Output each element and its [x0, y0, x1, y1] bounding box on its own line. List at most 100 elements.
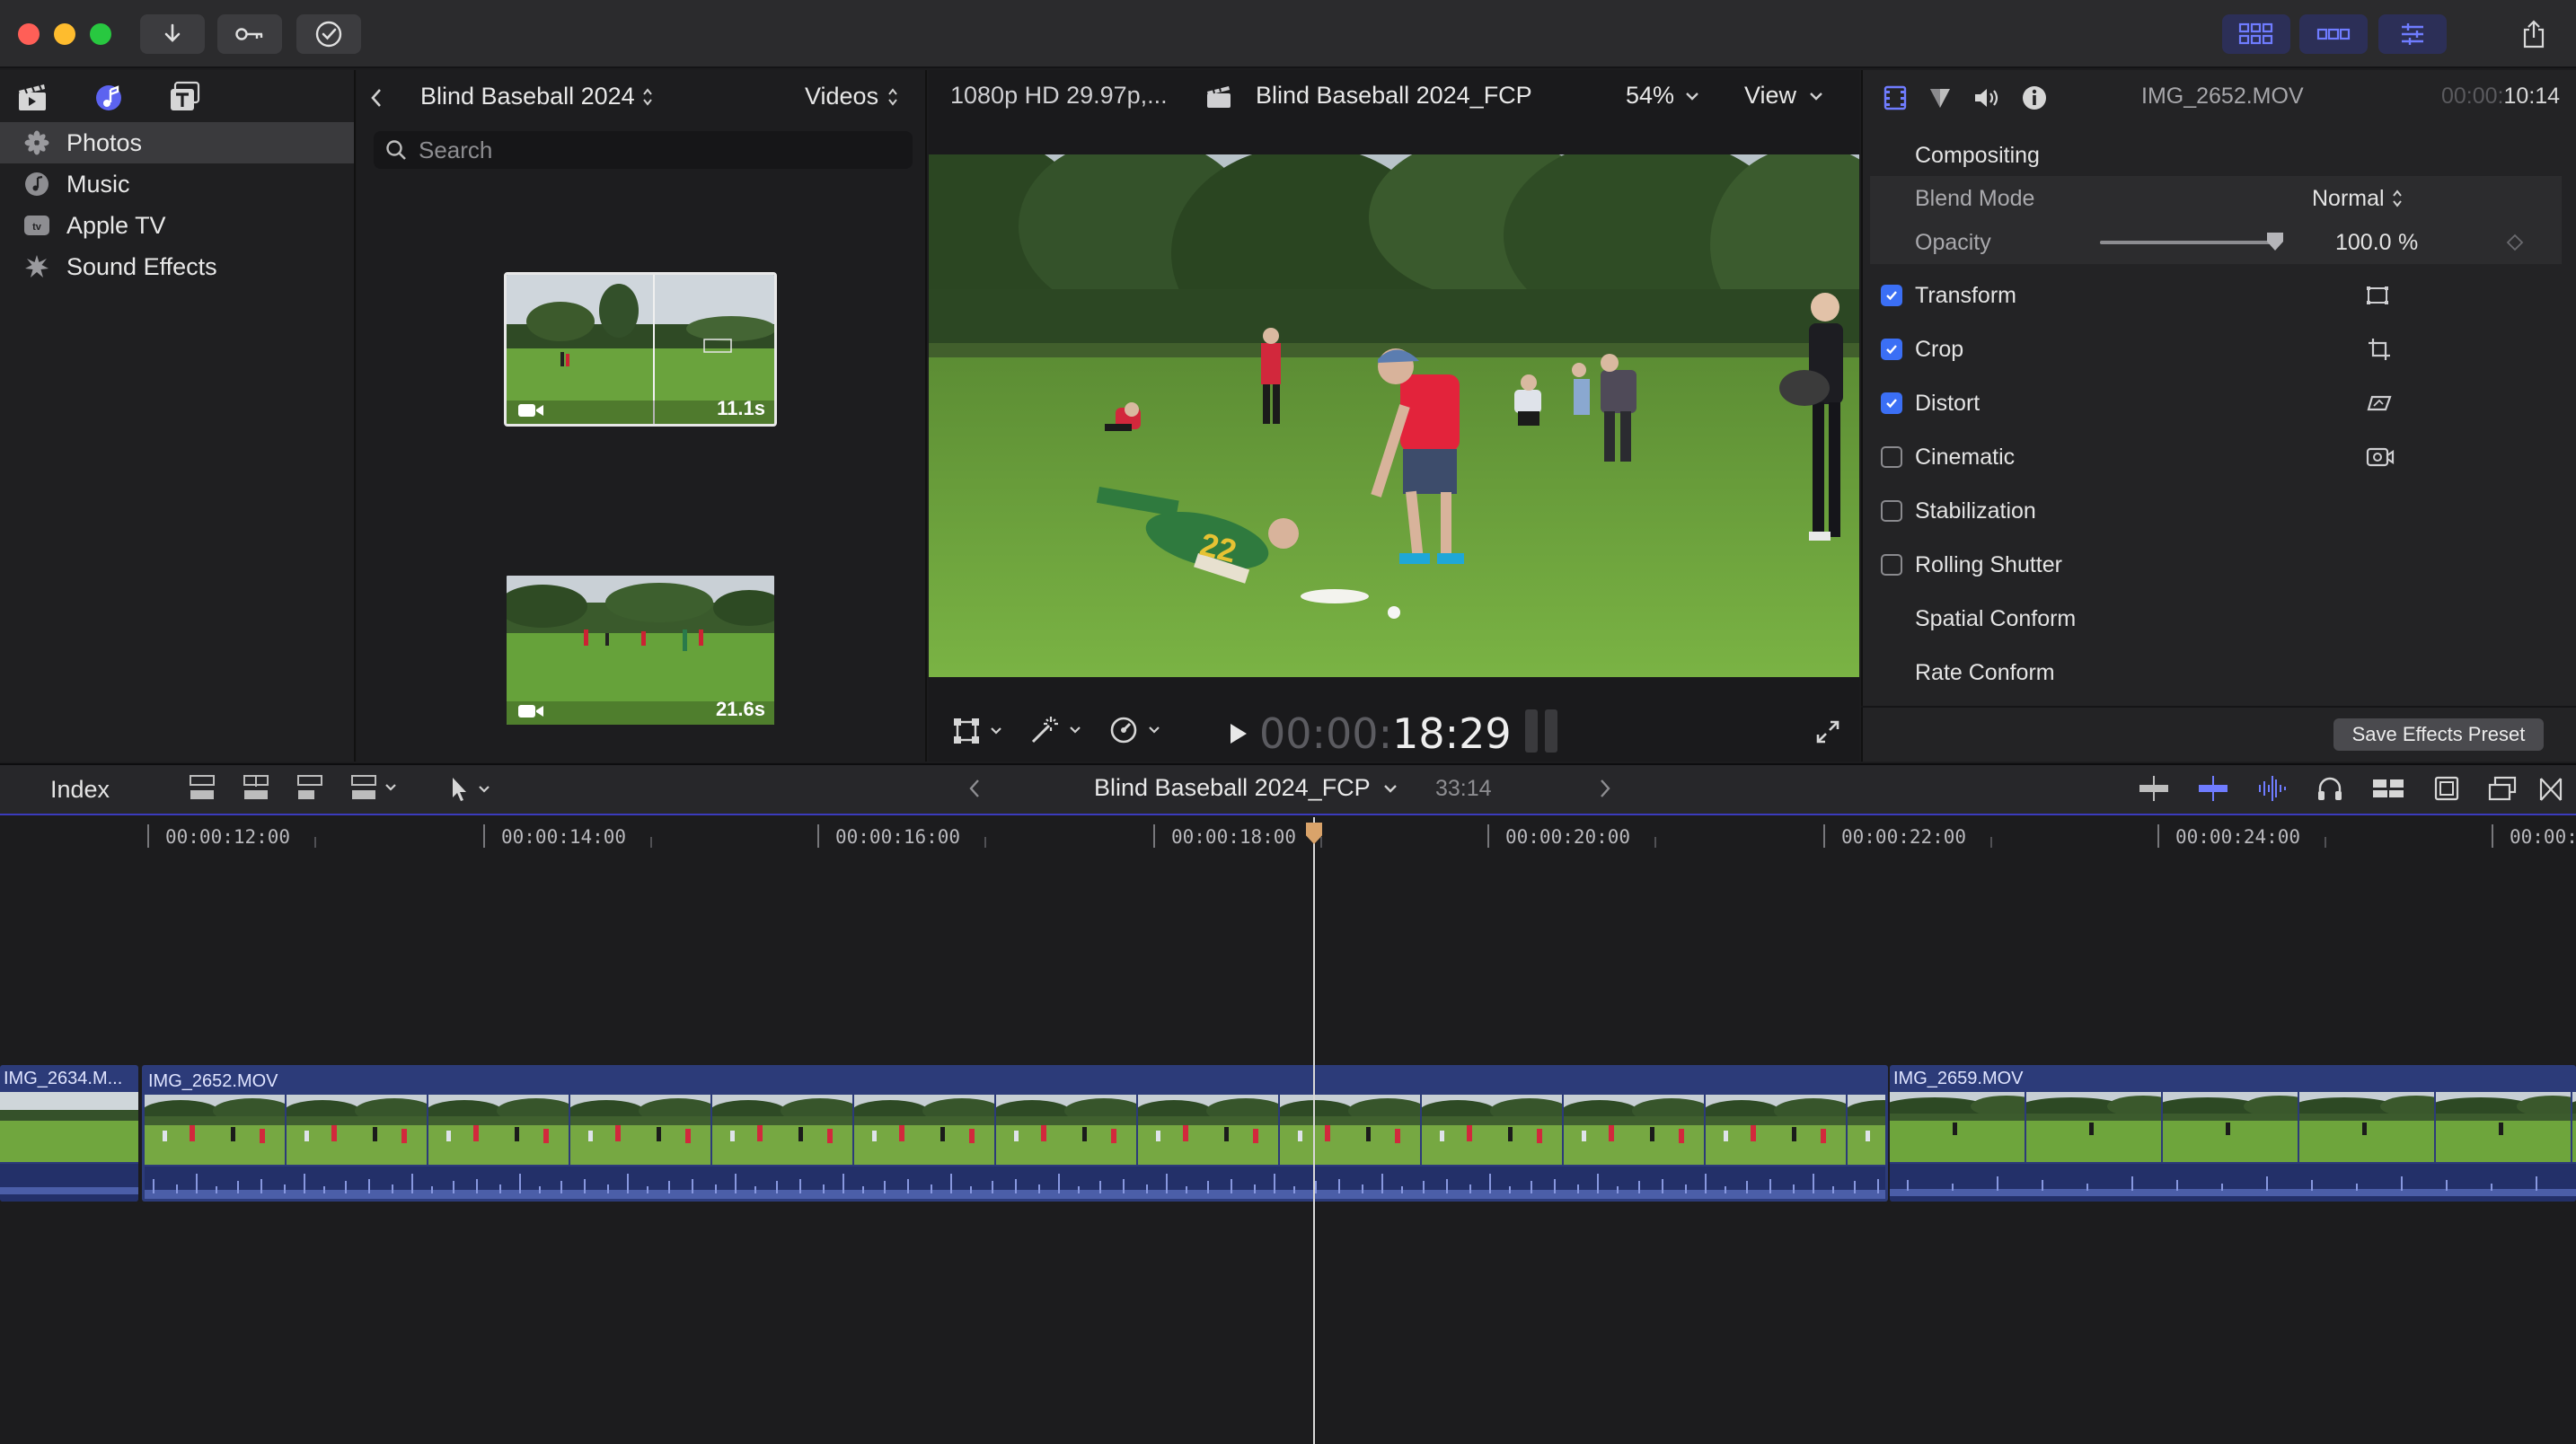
- viewer-zoom-menu[interactable]: 54%: [1626, 82, 1699, 110]
- timeline-history-back[interactable]: [968, 778, 981, 799]
- section-compositing[interactable]: Compositing: [1870, 129, 2562, 181]
- info-inspector-icon[interactable]: [2021, 84, 2048, 111]
- library-item-apple-tv[interactable]: tv Apple TV: [0, 205, 354, 246]
- checkbox-checked[interactable]: [1881, 392, 1902, 414]
- distort-icon[interactable]: [2366, 393, 2393, 413]
- retime-menu[interactable]: [1108, 715, 1160, 745]
- timeline-clip[interactable]: IMG_2652.MOV: [142, 1065, 1888, 1202]
- opacity-value[interactable]: 100.0: [2335, 230, 2392, 256]
- ruler-tick: [483, 824, 485, 848]
- timeline-clip[interactable]: IMG_2659.MOV: [1890, 1065, 2576, 1202]
- play-button[interactable]: [1229, 722, 1248, 745]
- video-inspector-icon[interactable]: [1883, 85, 1908, 110]
- show-timeline-button[interactable]: [2299, 14, 2368, 54]
- effect-row-cinematic[interactable]: Cinematic: [1870, 431, 2562, 483]
- connect-clip-icon[interactable]: [187, 772, 217, 803]
- close-window-button[interactable]: [18, 23, 40, 45]
- effect-row-crop[interactable]: Crop: [1870, 323, 2562, 375]
- search-field[interactable]: Search: [374, 131, 913, 169]
- expand-icon: [1816, 720, 1839, 744]
- library-item-sound-effects[interactable]: Sound Effects: [0, 246, 354, 287]
- background-tasks-button[interactable]: [296, 14, 361, 54]
- ruler-tick: [1487, 824, 1489, 848]
- overlapping-windows-icon: [2488, 776, 2517, 801]
- timeline-index-button[interactable]: Index: [50, 776, 110, 804]
- clip-appearance-icon[interactable]: [2432, 774, 2461, 803]
- effect-row-rate-conform[interactable]: Rate Conform: [1870, 647, 2562, 699]
- opacity-slider[interactable]: [2100, 233, 2283, 251]
- audio-inspector-icon[interactable]: [1972, 85, 2001, 110]
- overwrite-menu[interactable]: [348, 772, 397, 803]
- tab-photos-audio[interactable]: [90, 77, 129, 117]
- skimming-icon[interactable]: [2138, 774, 2170, 803]
- inspector-tabs: [1883, 84, 2048, 111]
- tab-titles-generators[interactable]: [165, 77, 205, 117]
- snapping-icon[interactable]: [2371, 774, 2405, 803]
- browser-filter-label: Videos: [805, 83, 879, 110]
- play-icon: [1231, 724, 1247, 744]
- show-inspector-button[interactable]: [2378, 14, 2447, 54]
- tab-libraries[interactable]: [13, 77, 52, 117]
- enhancements-menu[interactable]: [1029, 715, 1081, 745]
- timeline-clip[interactable]: IMG_2634.M...: [0, 1065, 138, 1202]
- timecode-dim: 00:00:: [1259, 709, 1393, 758]
- browser-back-button[interactable]: [370, 83, 392, 113]
- library-item-music[interactable]: Music: [0, 163, 354, 205]
- timeline-history-forward[interactable]: [1599, 778, 1611, 799]
- checkbox-checked[interactable]: [1881, 285, 1902, 306]
- browser-album-selector[interactable]: Blind Baseball 2024: [420, 83, 653, 110]
- effect-row-spatial-conform[interactable]: Spatial Conform: [1870, 593, 2562, 645]
- checkbox-unchecked[interactable]: [1881, 554, 1902, 576]
- zoom-window-button[interactable]: [90, 23, 111, 45]
- waveform-icon[interactable]: [2256, 774, 2289, 803]
- keywords-button[interactable]: [217, 14, 282, 54]
- audio-skimming-icon[interactable]: [2197, 774, 2229, 803]
- share-button[interactable]: [2504, 14, 2563, 54]
- insert-clip-icon[interactable]: [241, 772, 271, 803]
- effect-row-stabilization[interactable]: Stabilization: [1870, 485, 2562, 537]
- effect-row-distort[interactable]: Distort: [1870, 377, 2562, 429]
- ruler-tick: [1654, 837, 1656, 848]
- timeline-index-toggle[interactable]: [2488, 776, 2517, 803]
- transform-icon[interactable]: [2366, 286, 2389, 305]
- color-inspector-icon[interactable]: [1928, 85, 1953, 110]
- blend-mode-value: Normal: [2312, 185, 2385, 211]
- project-clapper-icon: [1205, 84, 1232, 110]
- clip-duration: 21.6s: [715, 698, 765, 720]
- checkbox-unchecked[interactable]: [1881, 446, 1902, 468]
- transitions-browser-button[interactable]: [2538, 776, 2563, 803]
- keyframe-diamond-icon[interactable]: [2506, 233, 2524, 251]
- checkbox-checked[interactable]: [1881, 339, 1902, 360]
- minimize-window-button[interactable]: [54, 23, 75, 45]
- effect-row-transform[interactable]: Transform: [1870, 269, 2562, 321]
- import-button[interactable]: [140, 14, 205, 54]
- library-item-photos[interactable]: Photos: [0, 122, 354, 163]
- viewer-project-title: Blind Baseball 2024_FCP: [1256, 82, 1532, 109]
- transform-tools-menu[interactable]: [952, 717, 1002, 745]
- append-clip-icon[interactable]: [295, 772, 325, 803]
- browser-clip-thumbnail[interactable]: 21.6s: [504, 573, 777, 727]
- opacity-slider-fill: [2100, 241, 2276, 244]
- fullscreen-button[interactable]: [1814, 718, 1841, 745]
- viewer-view-menu[interactable]: View: [1744, 82, 1823, 110]
- save-effects-preset-button[interactable]: Save Effects Preset: [2333, 718, 2544, 751]
- timeline-project-menu[interactable]: Blind Baseball 2024_FCP: [1094, 774, 1398, 802]
- show-browser-button[interactable]: [2222, 14, 2290, 54]
- crop-icon[interactable]: [2368, 338, 2391, 361]
- headphones-icon[interactable]: [2316, 774, 2344, 803]
- cinematic-icon[interactable]: [2366, 446, 2395, 468]
- checkbox-unchecked[interactable]: [1881, 500, 1902, 522]
- effect-row-rolling-shutter[interactable]: Rolling Shutter: [1870, 539, 2562, 591]
- opacity-slider-knob[interactable]: [2267, 233, 2283, 251]
- viewer-video-frame[interactable]: 22: [929, 154, 1859, 677]
- browser-clip-thumbnail[interactable]: 11.1s: [504, 272, 777, 427]
- playhead-line[interactable]: [1313, 817, 1315, 1444]
- tool-select-menu[interactable]: [449, 776, 490, 803]
- viewer-format-label[interactable]: 1080p HD 29.97p,...: [950, 82, 1168, 110]
- chevron-down-icon: [1070, 726, 1081, 734]
- browser-filter-selector[interactable]: Videos: [805, 83, 898, 110]
- ruler-tick: [1990, 837, 1992, 848]
- blend-mode-popup[interactable]: Normal: [2312, 186, 2403, 212]
- ruler-tick: [1320, 837, 1322, 848]
- viewer-timecode[interactable]: 00:00: 18:29: [1259, 709, 1512, 758]
